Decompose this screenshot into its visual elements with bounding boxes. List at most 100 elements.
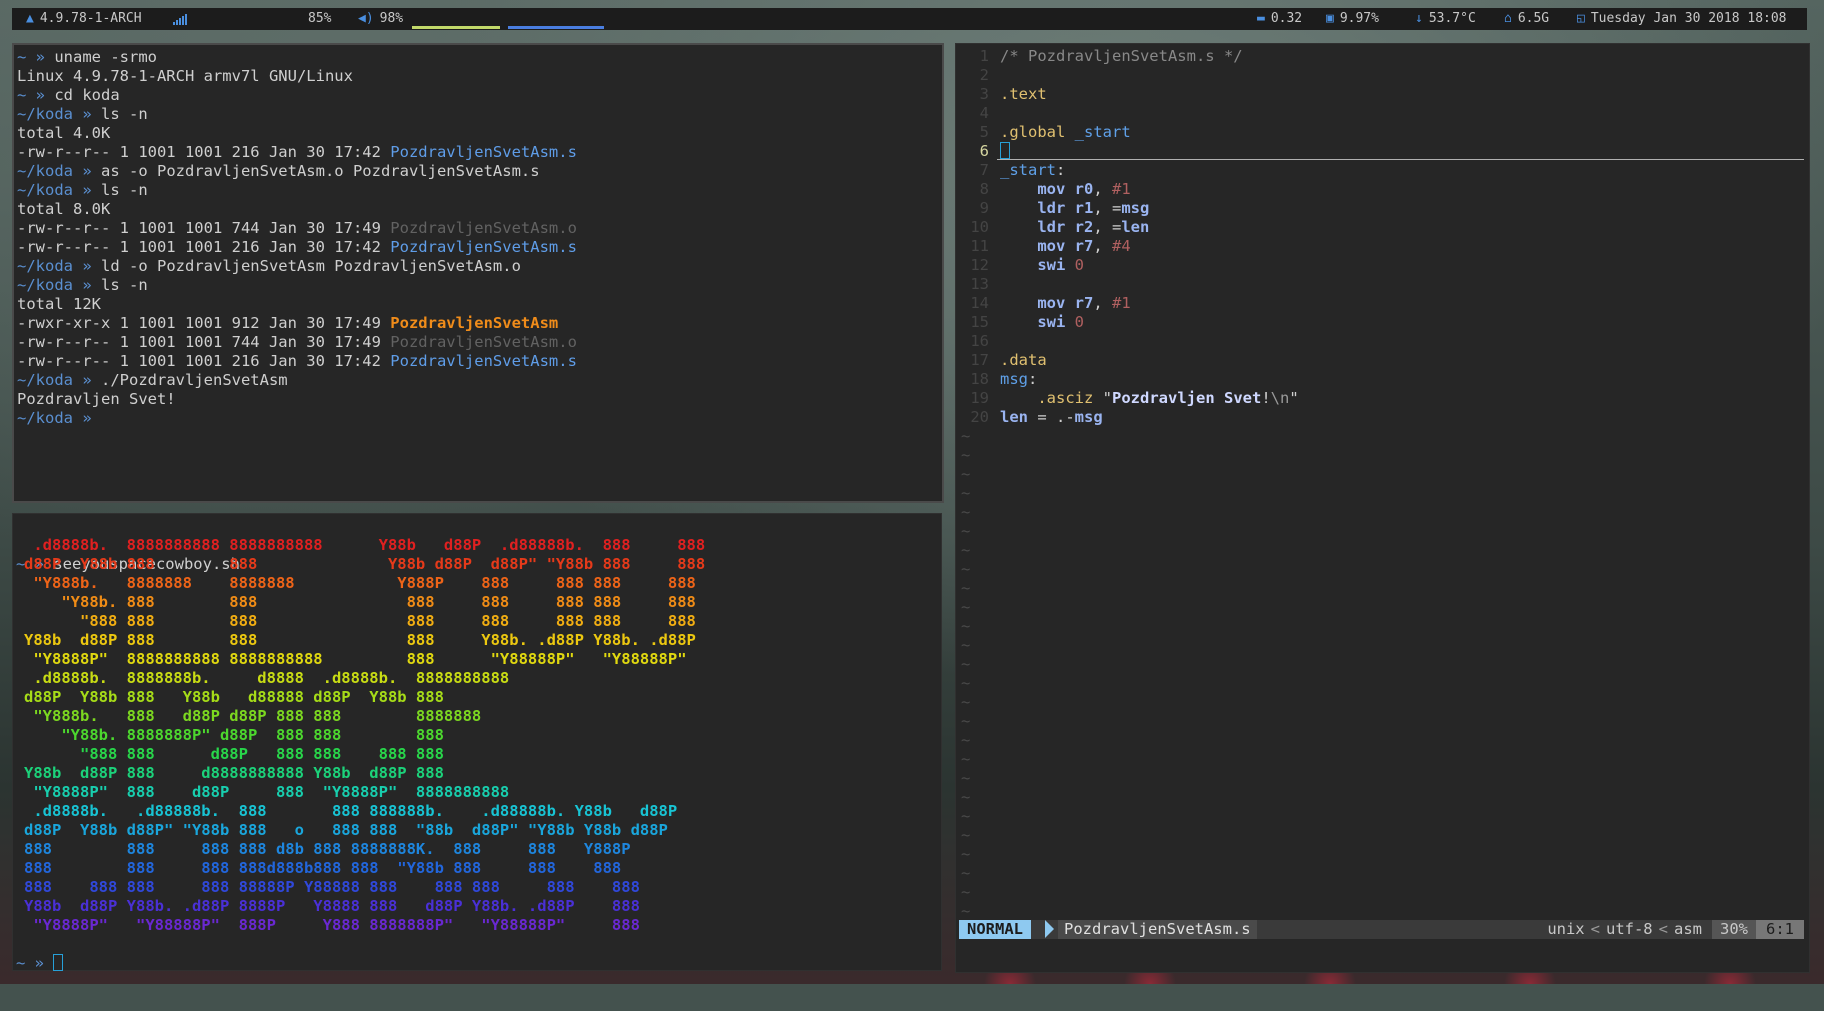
tilde-marker: ~ xyxy=(961,503,971,521)
vim-cursor-position: 6:1 xyxy=(1756,920,1804,939)
code-token: , = xyxy=(1093,218,1122,236)
code-token: " xyxy=(1093,389,1112,407)
code-token: ldr xyxy=(1037,199,1066,217)
terminal-line: ~/koda » ls -n xyxy=(17,181,577,200)
terminal-line: total 8.0K xyxy=(17,200,577,219)
code-line[interactable]: 5 .global _start xyxy=(959,123,1299,142)
vim-buffer[interactable]: 1 /* PozdravljenSvetAsm.s */ 2 3 .text 4 5 .glo… xyxy=(959,47,1804,921)
code-line[interactable]: 10 ldr r2, =len xyxy=(959,218,1299,237)
command-text: ls -n xyxy=(101,181,148,199)
terminal-line: ~/koda » as -o PozdravljenSvetAsm.o Pozd… xyxy=(17,162,577,181)
code-line[interactable]: 13 xyxy=(959,275,1299,294)
code-line[interactable]: 9 ldr r1, =msg xyxy=(959,199,1299,218)
workspace-indicator-1[interactable] xyxy=(412,26,500,29)
vim-editor-window[interactable]: 1 /* PozdravljenSvetAsm.s */ 2 3 .text 4 5 .glo… xyxy=(955,43,1810,973)
tilde-marker: ~ xyxy=(961,598,971,616)
code-line[interactable]: 11 mov r7, #4 xyxy=(959,237,1299,256)
terminal-window-ascii-art[interactable]: ~ » seeyouspacecowboy.sh .d8888b. 888888… xyxy=(12,513,942,972)
line-number: 6 xyxy=(979,142,989,160)
file-name: PozdravljenSvetAsm.s xyxy=(390,238,577,256)
code-token: len xyxy=(1000,408,1028,426)
empty-buffer-line: ~ xyxy=(959,446,1299,465)
ascii-art-row: d88P Y88b 888 Y88b d88888 d88P Y88b 888 xyxy=(24,688,444,706)
terminal-line: ~ » cd koda xyxy=(17,86,577,105)
os-indicator[interactable]: ▲ 4.9.78-1-ARCH xyxy=(26,11,142,26)
code-line[interactable]: 19 .asciz "Pozdravljen Svet!\n" xyxy=(959,389,1299,408)
tilde-marker: ~ xyxy=(961,465,971,483)
file-name: PozdravljenSvetAsm xyxy=(390,314,559,332)
tilde-marker: ~ xyxy=(961,845,971,863)
code-line[interactable]: 4 xyxy=(959,104,1299,123)
line-number: 2 xyxy=(979,66,989,84)
terminal-line: ~/koda » ./PozdravljenSvetAsm xyxy=(17,371,577,390)
ascii-art-row: 888 888 888 888 88888P Y88888 888 888 88… xyxy=(24,878,640,896)
clock[interactable]: ◱ Tuesday Jan 30 2018 18:08 xyxy=(1577,11,1787,26)
empty-buffer-line: ~ xyxy=(959,693,1299,712)
top-status-bar: ▲ 4.9.78-1-ARCH 85% ◀) 98% ▬ 0.32 ▣ 9.97% ↓ 5… xyxy=(12,8,1807,30)
code-token: : xyxy=(1056,161,1066,179)
code-line[interactable]: 1 /* PozdravljenSvetAsm.s */ xyxy=(959,47,1299,66)
code-line[interactable]: 12 swi 0 xyxy=(959,256,1299,275)
empty-buffer-line: ~ xyxy=(959,484,1299,503)
terminal-line: Pozdravljen Svet! xyxy=(17,390,577,409)
ascii-art-row: "Y88b. 8888888P" d88P 888 888 888 xyxy=(24,726,444,744)
terminal-window-build[interactable]: ~ » uname -srmo Linux 4.9.78-1-ARCH armv7… xyxy=(12,43,944,503)
code-line[interactable]: 17 .data xyxy=(959,351,1299,370)
code-line[interactable]: 20 len = .-msg xyxy=(959,408,1299,427)
empty-buffer-line: ~ xyxy=(959,750,1299,769)
output-text: -rw-r--r-- 1 1001 1001 216 Jan 30 17:42 xyxy=(17,238,391,256)
terminal-line: ~/koda » ls -n xyxy=(17,276,577,295)
vim-filetype: asm xyxy=(1674,920,1702,938)
ascii-art-row: d88P Y88b 888 888 Y88b d88P d88P" "Y88b … xyxy=(24,555,706,573)
terminal-line: -rw-r--r-- 1 1001 1001 744 Jan 30 17:49 … xyxy=(17,219,577,238)
home-icon: ⌂ xyxy=(1504,11,1512,26)
tilde-marker: ~ xyxy=(961,560,971,578)
wifi-icon[interactable] xyxy=(173,14,189,25)
temperature-indicator: ↓ 53.7°C xyxy=(1415,11,1476,26)
load-indicator: ▬ 0.32 xyxy=(1257,11,1302,26)
code-token: mov xyxy=(1037,237,1066,255)
tilde-marker: ~ xyxy=(961,636,971,654)
code-line[interactable]: 8 mov r0, #1 xyxy=(959,180,1299,199)
output-text: total 4.0K xyxy=(17,124,111,142)
code-line[interactable]: 2 xyxy=(959,66,1299,85)
cpu-value: 9.97% xyxy=(1339,11,1379,26)
volume-indicator[interactable]: ◀) 98% xyxy=(358,11,403,26)
code-line[interactable]: 14 mov r7, #1 xyxy=(959,294,1299,313)
workspace-indicator-2[interactable] xyxy=(508,26,604,29)
output-text: -rw-r--r-- 1 1001 1001 216 Jan 30 17:42 xyxy=(17,143,391,161)
vim-status-right: unix < utf-8 < asm 30% 6:1 xyxy=(1547,920,1804,939)
brightness-indicator[interactable]: 85% xyxy=(308,11,331,26)
code-line[interactable]: 16 xyxy=(959,332,1299,351)
tilde-marker: ~ xyxy=(961,826,971,844)
terminal-input-line[interactable]: ~ » xyxy=(16,916,64,1011)
shell-prompt: ~ » xyxy=(17,48,55,66)
command-text: ld -o PozdravljenSvetAsm PozdravljenSvet… xyxy=(101,257,521,275)
tilde-marker: ~ xyxy=(961,883,971,901)
code-line[interactable]: 15 swi 0 xyxy=(959,313,1299,332)
code-token: _start xyxy=(1074,123,1131,141)
tilde-marker: ~ xyxy=(961,617,971,635)
terminal-line: ~ » uname -srmo xyxy=(17,48,577,67)
empty-buffer-line: ~ xyxy=(959,636,1299,655)
terminal-line: Linux 4.9.78-1-ARCH armv7l GNU/Linux xyxy=(17,67,577,86)
ascii-art-row: "Y88b. 888 888 888 888 888 888 888 xyxy=(24,593,696,611)
code-line[interactable]: 7 _start: xyxy=(959,161,1299,180)
shell-prompt: ~ » xyxy=(16,954,54,972)
line-number: 3 xyxy=(979,85,989,103)
code-line[interactable]: 3 .text xyxy=(959,85,1299,104)
code-line[interactable]: 6 xyxy=(959,142,1804,161)
code-line[interactable]: 18 msg: xyxy=(959,370,1299,389)
terminal-line: -rwxr-xr-x 1 1001 1001 912 Jan 30 17:49 … xyxy=(17,314,577,333)
code-token: " xyxy=(1289,389,1299,407)
shell-prompt: ~/koda » xyxy=(17,105,101,123)
code-token: msg xyxy=(1000,370,1028,388)
